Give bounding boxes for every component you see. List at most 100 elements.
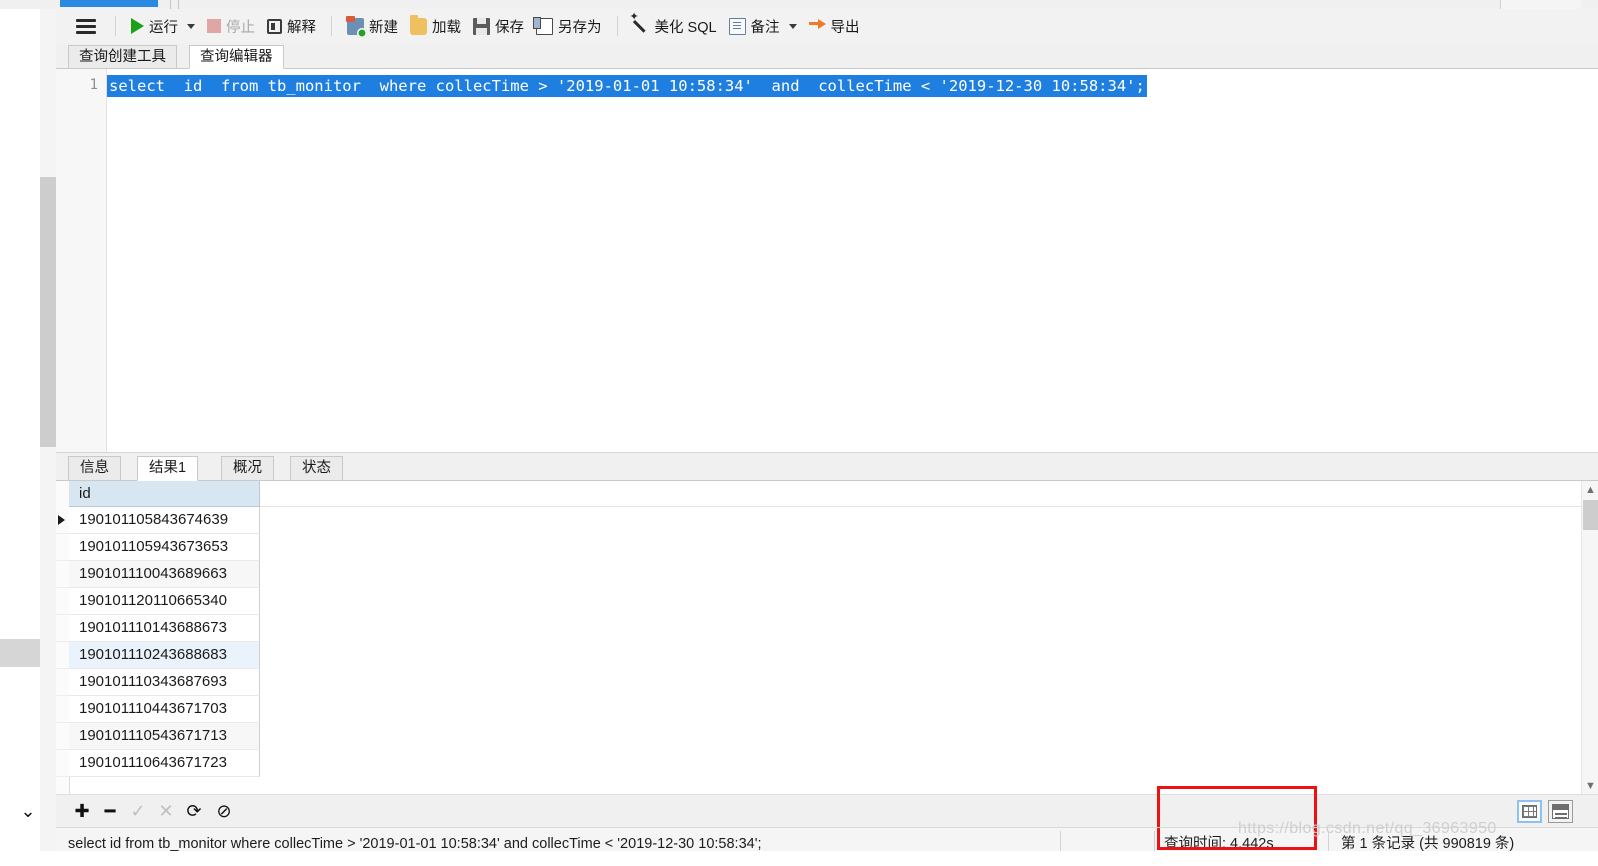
row-indicator[interactable] — [56, 534, 69, 561]
grid-row-container: 190101105843674639 190101105943673653 1901… — [56, 507, 1598, 777]
table-row[interactable]: 190101105943673653 — [56, 534, 1598, 561]
page-left-gutter — [0, 9, 56, 866]
toolbar-beautify-button[interactable]: 美化 SQL — [627, 12, 723, 39]
cancel-changes-icon: ✕ — [158, 801, 174, 822]
column-header-filler — [260, 481, 1598, 507]
scroll-up-icon[interactable]: ▲ — [1582, 481, 1598, 498]
toolbar-saveas-label: 另存为 — [558, 19, 602, 36]
row-indicator[interactable] — [56, 723, 69, 750]
active-connection-tab[interactable] — [60, 0, 158, 7]
toolbar-divider — [115, 16, 116, 36]
stop-loading-icon[interactable]: ⊘ — [214, 802, 234, 822]
tab-result1[interactable]: 结果1 — [137, 456, 199, 481]
row-indicator[interactable] — [56, 642, 69, 669]
table-row[interactable]: 190101110043689663 — [56, 561, 1598, 588]
chevron-down-icon[interactable] — [187, 23, 195, 29]
sql-editor-window: 运行 停止 解释 新建 加载 保存 另存为 美化 SQL 备注 导出 查询创建工具 查询编辑器 1… — [20, 9, 1598, 866]
table-row[interactable]: 190101105843674639 — [56, 507, 1598, 534]
grid-scrollbar-thumb[interactable] — [1583, 500, 1598, 530]
table-cell-id[interactable]: 190101110243688683 — [69, 642, 260, 669]
table-row[interactable]: 190101110443671703 — [56, 696, 1598, 723]
save-icon — [473, 17, 490, 35]
tab-separator — [178, 0, 179, 9]
toolbar-new-button[interactable]: 新建 — [341, 14, 404, 39]
page-scrollbar-secondary-block — [0, 639, 40, 667]
toolbar-save-label: 保存 — [495, 19, 524, 36]
table-row[interactable]: 190101110143688673 — [56, 615, 1598, 642]
row-indicator[interactable] — [56, 588, 69, 615]
play-icon — [131, 18, 144, 34]
toolbar-explain-label: 解释 — [287, 19, 316, 36]
toolbar-export-label: 导出 — [830, 19, 860, 36]
toolbar-saveas-button[interactable]: 另存为 — [530, 14, 608, 39]
table-cell-id[interactable]: 190101105943673653 — [69, 534, 260, 561]
grid-view-icon — [1522, 805, 1537, 818]
toolbar-run-button[interactable]: 运行 — [125, 14, 201, 39]
explain-icon — [267, 18, 282, 34]
tab-query-builder[interactable]: 查询创建工具 — [68, 45, 177, 69]
table-row[interactable]: 190101110343687693 — [56, 669, 1598, 696]
refresh-icon[interactable]: ⟳ — [184, 802, 204, 822]
table-row[interactable]: 190101110543671713 — [56, 723, 1598, 750]
table-cell-id[interactable]: 190101110443671703 — [69, 696, 260, 723]
row-indicator[interactable] — [56, 669, 69, 696]
toolbar-explain-button[interactable]: 解释 — [261, 14, 322, 39]
toolbar-load-button[interactable]: 加载 — [404, 14, 467, 39]
tab-query-editor[interactable]: 查询编辑器 — [189, 45, 284, 69]
toolbar-export-button[interactable]: 导出 — [803, 14, 866, 39]
grid-navigation-bar: ⌄ ✚ ━ ✓ ✕ ⟳ ⊘ — [20, 786, 1598, 840]
add-record-icon[interactable]: ✚ — [72, 802, 92, 822]
tab-info[interactable]: 信息 — [68, 456, 121, 481]
sql-statement-selected[interactable]: select id from tb_monitor where collecTi… — [107, 75, 1147, 97]
table-cell-id[interactable]: 190101110043689663 — [69, 561, 260, 588]
grid-view-button[interactable] — [1517, 800, 1542, 823]
table-row[interactable]: 190101120110665340 — [56, 588, 1598, 615]
column-header-id[interactable]: id — [69, 481, 260, 507]
toolbar-divider — [331, 16, 332, 36]
toolbar-save-button[interactable]: 保存 — [467, 14, 530, 39]
table-cell-id[interactable]: 190101120110665340 — [69, 588, 260, 615]
sql-editor-area[interactable]: 1 select id from tb_monitor where collec… — [56, 69, 1598, 453]
stop-icon — [207, 19, 221, 33]
table-cell-id[interactable]: 190101110543671713 — [69, 723, 260, 750]
grid-vertical-scrollbar[interactable]: ▲ ▼ — [1581, 481, 1598, 794]
menu-button[interactable] — [70, 15, 106, 37]
page-scrollbar-thumb[interactable] — [40, 177, 56, 447]
remove-record-icon[interactable]: ━ — [100, 802, 120, 822]
save-as-icon — [533, 16, 553, 35]
chevron-down-icon[interactable] — [788, 23, 797, 29]
folder-icon — [410, 14, 427, 35]
toolbar-note-button[interactable]: 备注 — [723, 14, 803, 39]
tab-profile[interactable]: 概况 — [221, 456, 274, 481]
table-cell-id[interactable]: 190101110143688673 — [69, 615, 260, 642]
export-icon — [808, 18, 826, 35]
tab-status[interactable]: 状态 — [290, 456, 343, 481]
row-indicator[interactable] — [56, 750, 69, 777]
annotation-highlight-box-lower — [1157, 828, 1317, 850]
chevron-down-icon[interactable]: ⌄ — [18, 802, 38, 822]
scroll-down-icon[interactable]: ▼ — [1582, 777, 1598, 794]
new-file-icon — [346, 15, 367, 38]
apply-changes-icon: ✓ — [130, 801, 146, 822]
row-indicator[interactable] — [56, 561, 69, 588]
table-cell-id[interactable]: 190101105843674639 — [69, 507, 260, 534]
toolbar-load-label: 加载 — [432, 19, 461, 36]
note-icon — [728, 17, 746, 35]
hamburger-icon — [76, 17, 96, 35]
table-row[interactable]: 190101110643671723 — [56, 750, 1598, 777]
toolbar-stop-label: 停止 — [226, 19, 255, 36]
result-data-grid[interactable]: id 190101105843674639 190101105943673653 1… — [56, 481, 1598, 794]
page-bottom-filler — [0, 851, 1598, 866]
current-row-arrow-icon — [58, 515, 65, 525]
window-controls-area[interactable] — [1500, 0, 1581, 9]
form-view-button[interactable] — [1548, 800, 1573, 823]
table-cell-id[interactable]: 190101110343687693 — [69, 669, 260, 696]
editor-tab-bar: 查询创建工具 查询编辑器 — [56, 43, 1598, 69]
table-row[interactable]: 190101110243688683 — [56, 642, 1598, 669]
sql-code-area[interactable]: select id from tb_monitor where collecTi… — [107, 69, 1598, 452]
result-tab-bar: 信息 结果1 概况 状态 — [56, 453, 1598, 481]
row-indicator[interactable] — [56, 507, 69, 534]
table-cell-id[interactable]: 190101110643671723 — [69, 750, 260, 777]
row-indicator[interactable] — [56, 615, 69, 642]
row-indicator[interactable] — [56, 696, 69, 723]
